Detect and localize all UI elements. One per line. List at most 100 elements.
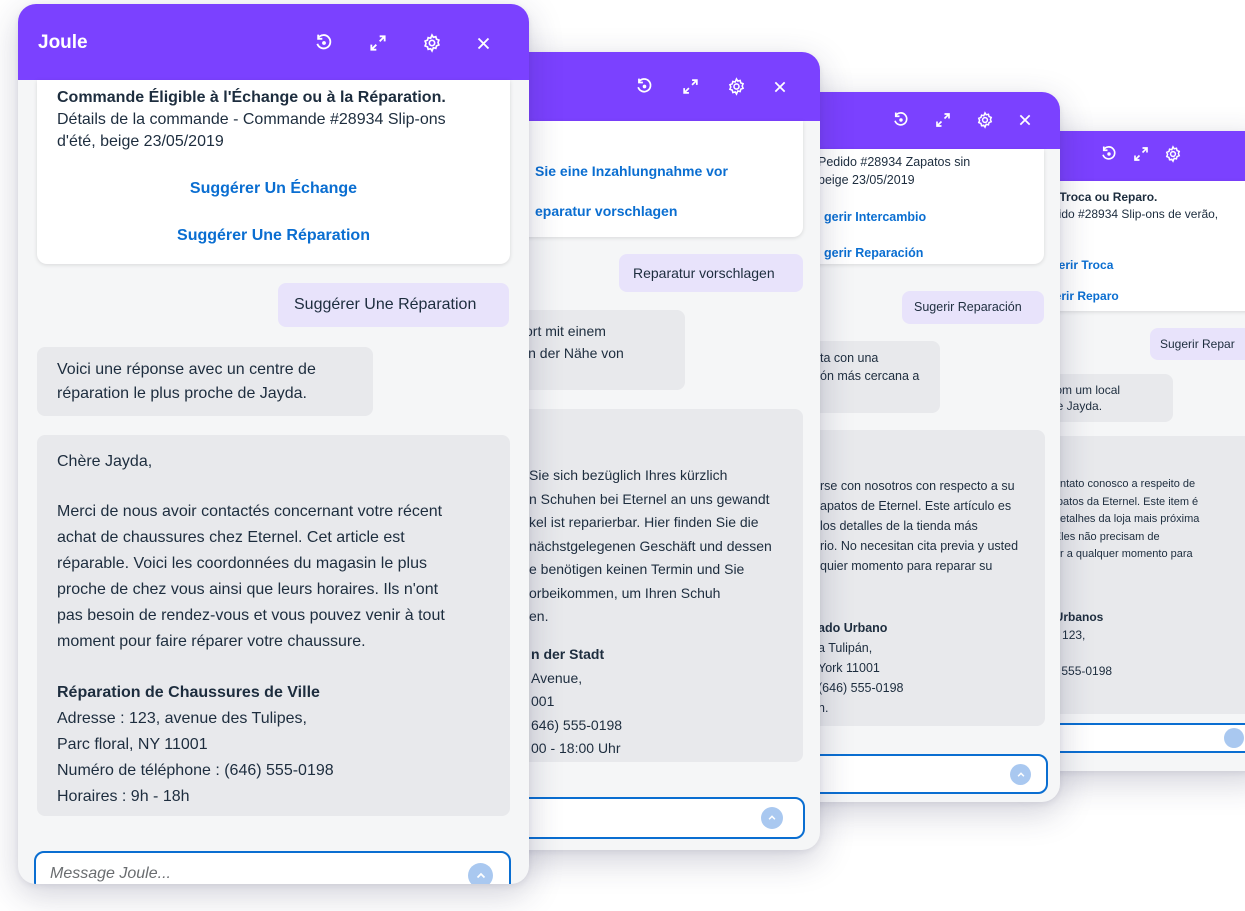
panel-title: Joule	[38, 32, 88, 53]
store-name: n der Stadt	[531, 646, 605, 662]
message-input[interactable]	[780, 754, 1048, 794]
user-message: Suggérer Une Réparation	[278, 283, 509, 327]
expand-icon[interactable]	[681, 77, 700, 96]
card-heading: Commande Éligible à l'Échange ou à la Ré…	[57, 89, 446, 106]
bot-message-line: in der Nähe von	[525, 345, 624, 361]
suggest-repair-link[interactable]: gerir Reparación	[824, 246, 923, 260]
user-message: Sugerir Reparación	[902, 291, 1044, 324]
store-name: Réparation de Chaussures de Ville	[57, 684, 320, 701]
store-name: ado Urbano	[818, 621, 888, 635]
letter-line: moment pour faire réparer votre chaussur…	[57, 633, 366, 650]
close-icon[interactable]	[476, 36, 491, 51]
refresh-icon[interactable]	[1100, 145, 1118, 163]
panel-header	[1030, 131, 1245, 181]
address-line: n.	[818, 701, 829, 715]
bot-message-line: ón más cercana a	[820, 369, 920, 383]
response-letter: Sie sich bezüglich Ihres kürzlich n Schu…	[495, 409, 803, 762]
address-line: 00 - 18:00 Uhr	[531, 740, 621, 756]
bot-message-line: ta con una	[820, 351, 879, 365]
send-icon[interactable]	[1224, 728, 1244, 748]
letter-line: nächstgelegenen Geschäft und dessen	[529, 537, 772, 554]
expand-icon[interactable]	[1132, 145, 1150, 163]
letter-line: proche de chez vous ainsi que leurs hora…	[57, 581, 439, 598]
suggest-exchange-link[interactable]: Suggérer Un Échange	[37, 180, 510, 198]
address-line: Adresse : 123, avenue des Tulipes,	[57, 710, 307, 727]
response-letter: Chère Jayda, Merci de nous avoir contact…	[37, 435, 510, 816]
user-message-text: Suggérer Une Réparation	[294, 296, 477, 313]
response-letter: em contato conosco a respeito de de sapa…	[1030, 436, 1245, 714]
send-icon[interactable]	[1010, 764, 1031, 785]
letter-line: los detalles de la tienda más	[820, 519, 978, 533]
panel-header	[495, 52, 820, 121]
gear-icon[interactable]	[727, 77, 746, 96]
letter-line: en.	[529, 608, 549, 624]
letter-line: n Schuhen bei Eternel an uns gewandt	[529, 490, 770, 507]
close-icon[interactable]	[773, 80, 787, 94]
header-actions	[1100, 145, 1182, 163]
gear-icon[interactable]	[1164, 145, 1182, 163]
letter-line: rio. No necesitan cita previa y usted	[820, 539, 1019, 553]
suggest-repair-link[interactable]: eparatur vorschlagen	[535, 203, 677, 219]
letter-line: quier momento para reparar su	[820, 559, 993, 573]
gear-icon[interactable]	[422, 33, 442, 53]
letter-line: réparable. Voici les coordonnées du maga…	[57, 555, 428, 572]
address-line: York 11001	[818, 661, 880, 675]
message-input[interactable]	[495, 797, 805, 839]
address-line: Avenue,	[531, 669, 583, 686]
user-message-text: Sugerir Repar	[1160, 337, 1235, 351]
user-message: Reparatur vorschlagen	[619, 254, 803, 292]
header-actions	[314, 33, 491, 53]
card-detail-line: Détails de la commande - Commande #28934…	[57, 111, 446, 128]
card-detail-line: d'été, beige 23/05/2019	[57, 133, 224, 150]
panel-header: Joule	[18, 4, 529, 80]
bot-message: Voici une réponse avec un centre de répa…	[37, 347, 373, 416]
letter-greeting: Chère Jayda,	[57, 453, 153, 470]
letter-line: rse con nosotros con respecto a su	[820, 479, 1015, 493]
bot-message-line: Voici une réponse avec un centre de	[57, 361, 316, 378]
address-line: Numéro de téléphone : (646) 555-0198	[57, 762, 334, 779]
expand-icon[interactable]	[368, 33, 388, 53]
letter-line: orbeikommen, um Ihren Schuh	[529, 584, 721, 601]
order-card: Commande Éligible à l'Échange ou à la Ré…	[37, 80, 510, 264]
header-actions	[635, 77, 787, 96]
address-line: Parc floral, NY 11001	[57, 736, 208, 753]
message-input-placeholder: Message Joule...	[50, 865, 171, 882]
refresh-icon[interactable]	[892, 111, 910, 129]
bot-message-line: réparation le plus proche de Jayda.	[57, 385, 307, 402]
joule-panel-german: Sie eine Inzahlungnahme vor eparatur vor…	[495, 52, 820, 850]
joule-panel-portuguese: Para Troca ou Reparo. - Pedido #28934 Sl…	[1030, 131, 1245, 771]
header-actions	[892, 111, 1032, 129]
bot-message-line: ort mit einem	[525, 323, 606, 339]
gear-icon[interactable]	[976, 111, 994, 129]
suggest-repair-link[interactable]: Suggérer Une Réparation	[37, 227, 510, 245]
refresh-icon[interactable]	[635, 77, 654, 96]
user-message-text: Reparatur vorschlagen	[633, 265, 775, 281]
order-card: Para Troca ou Reparo. - Pedido #28934 Sl…	[1030, 181, 1245, 311]
user-message: Sugerir Repar	[1150, 328, 1245, 360]
order-card: Sie eine Inzahlungnahme vor eparatur vor…	[495, 121, 803, 237]
joule-panel-french: Joule Commande Éligible à l'Échange ou à…	[18, 4, 529, 884]
joule-panel-spanish: Pedido #28934 Zapatos sin beige 23/05/20…	[780, 92, 1060, 802]
user-message-text: Sugerir Reparación	[914, 300, 1022, 314]
address-line: 646) 555-0198	[531, 716, 623, 733]
address-line: 001	[531, 693, 555, 709]
message-input[interactable]: Message Joule...	[34, 851, 511, 884]
letter-line: Sie sich bezüglich Ihres kürzlich	[529, 467, 728, 483]
expand-icon[interactable]	[934, 111, 952, 129]
send-icon[interactable]	[761, 807, 783, 829]
letter-line: e benötigen keinen Termin und Sie	[529, 561, 745, 577]
send-icon[interactable]	[468, 863, 493, 884]
refresh-icon[interactable]	[314, 33, 334, 53]
address-line: Horaires : 9h - 18h	[57, 788, 190, 805]
letter-line: pas besoin de rendez-vous et vous pouvez…	[57, 607, 445, 624]
letter-line: Merci de nous avoir contactés concernant…	[57, 503, 443, 520]
letter-line: apatos de Eternel. Este artículo es	[820, 499, 1012, 513]
card-line: Pedido #28934 Zapatos sin	[818, 155, 971, 169]
panel-header	[780, 92, 1060, 149]
close-icon[interactable]	[1018, 113, 1032, 127]
suggest-exchange-link[interactable]: Sie eine Inzahlungnahme vor	[535, 163, 728, 179]
suggest-exchange-link[interactable]: gerir Intercambio	[824, 210, 926, 224]
letter-line: kel ist reparierbar. Hier finden Sie die	[529, 514, 759, 530]
message-input[interactable]	[1030, 723, 1245, 753]
address-line: (646) 555-0198	[818, 681, 904, 695]
